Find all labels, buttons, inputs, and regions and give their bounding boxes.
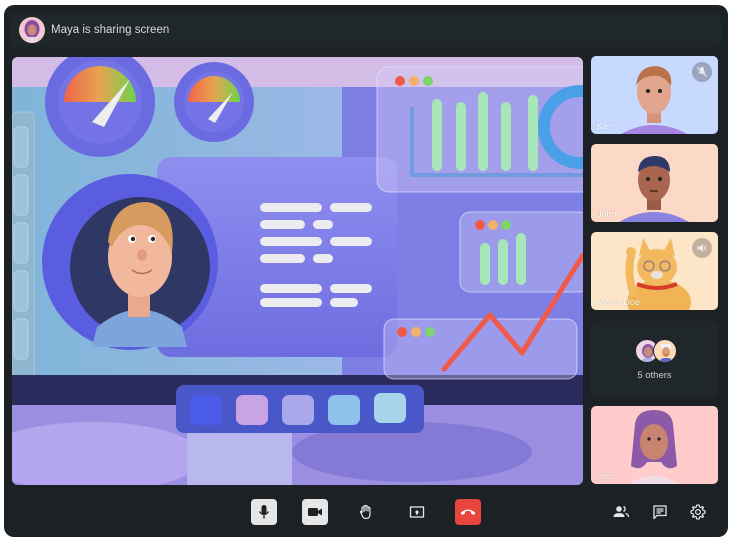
share-screen-icon (409, 506, 425, 518)
settings-button[interactable] (685, 499, 711, 525)
share-screen-button[interactable] (404, 499, 430, 525)
chat-icon (653, 505, 667, 520)
hang-up-icon (460, 509, 476, 515)
people-icon (613, 505, 630, 518)
presenter-avatar (19, 17, 45, 43)
video-call-window: Maya is sharing screen Ken John Meow Doe… (4, 5, 728, 537)
sharing-status-text: Maya is sharing screen (51, 24, 170, 36)
shared-screen[interactable] (12, 57, 583, 485)
mic-off-icon (692, 62, 712, 82)
microphone-icon (258, 505, 270, 519)
other-participants-tile[interactable]: 5 others (591, 321, 718, 397)
participant-tile-meow-doe[interactable]: Meow Doe (591, 232, 718, 310)
raise-hand-icon (359, 504, 371, 520)
camera-button[interactable] (302, 499, 328, 525)
gear-icon (690, 504, 706, 520)
end-call-button[interactable] (455, 499, 481, 525)
raise-hand-button[interactable] (353, 499, 379, 525)
microphone-button[interactable] (251, 499, 277, 525)
participant-name: You (597, 471, 613, 481)
window-dot-red (395, 76, 405, 86)
speaker-icon (692, 238, 712, 258)
participants-button[interactable] (608, 499, 634, 525)
participant-name: John (597, 209, 617, 219)
video-camera-icon (308, 508, 322, 516)
others-count-label: 5 others (637, 370, 672, 381)
chat-button[interactable] (647, 499, 673, 525)
sharing-banner: Maya is sharing screen (11, 13, 721, 47)
mini-avatar (653, 339, 677, 363)
others-avatar-group (635, 339, 679, 363)
participant-tile-you[interactable]: You (591, 406, 718, 484)
participant-name: Ken (597, 121, 614, 131)
participant-name: Meow Doe (597, 297, 641, 307)
window-dot-yellow (409, 76, 419, 86)
gauge-small (174, 62, 254, 142)
window-dot-green (423, 76, 433, 86)
color-swatch-tray (176, 385, 424, 433)
bar-chart-window (376, 66, 583, 193)
participant-tile-john[interactable]: John (591, 144, 718, 222)
participant-tile-ken[interactable]: Ken (591, 56, 718, 134)
